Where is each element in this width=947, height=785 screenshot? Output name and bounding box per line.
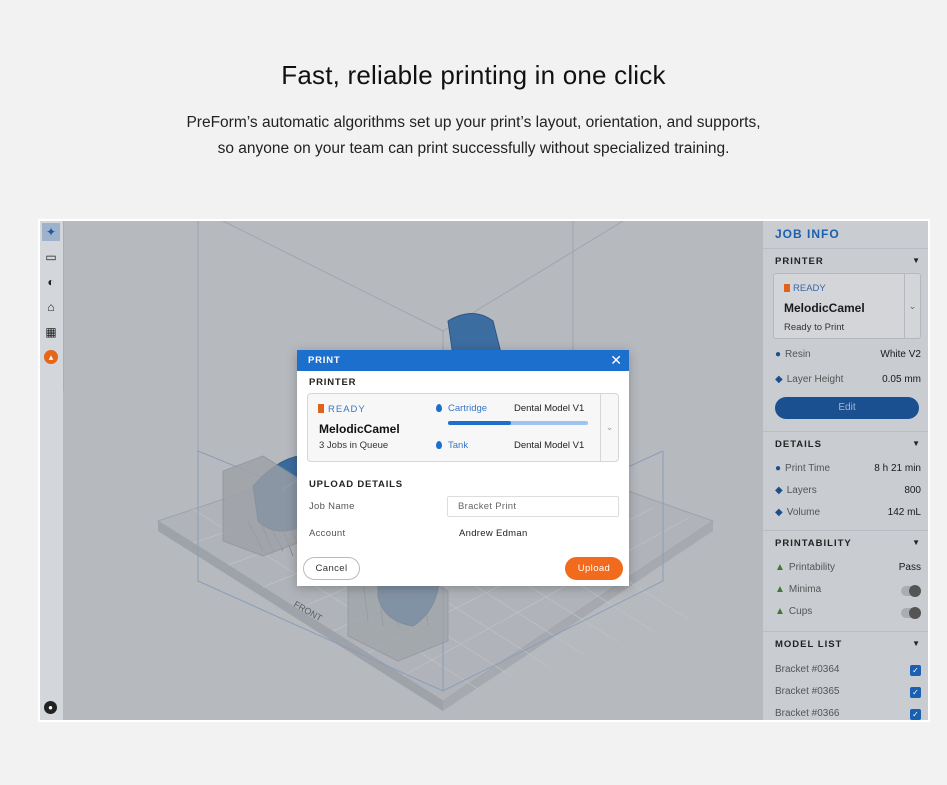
model-list-section-header[interactable]: MODEL LIST ▼ [763, 631, 928, 655]
caret-down-icon: ▼ [912, 256, 920, 265]
checkbox-checked-icon[interactable]: ✓ [910, 687, 921, 698]
dialog-header: PRINT ✕ [297, 350, 629, 371]
account-value: Andrew Edman [459, 528, 528, 539]
resin-row: ● Resin White V2 [775, 349, 921, 360]
dialog-title: PRINT [308, 355, 341, 366]
printer-queue: 3 Jobs in Queue [319, 440, 389, 451]
thumbs-up-icon: ▲ [775, 562, 785, 573]
printer-select-card[interactable]: READY MelodicCamel 3 Jobs in Queue Cartr… [307, 393, 619, 462]
printer-ready-text: Ready to Print [784, 322, 845, 333]
cartridge-label: Cartridge [436, 403, 487, 414]
chevron-down-icon[interactable]: ⌄ [904, 274, 920, 338]
minima-toggle[interactable] [901, 585, 921, 597]
drop-icon: ● [775, 349, 782, 360]
layers-icon: ◆ [775, 485, 783, 496]
model-list-item[interactable]: Bracket #0365 ✓ [775, 686, 921, 702]
chevron-down-icon[interactable]: ⌄ [600, 394, 618, 461]
cups-row: ▲ Cups [775, 606, 921, 622]
checkbox-checked-icon[interactable]: ✓ [910, 665, 921, 676]
printer-section-header[interactable]: PRINTER ▼ [763, 248, 928, 272]
printability-section-header[interactable]: PRINTABILITY ▼ [763, 530, 928, 554]
caret-down-icon: ▼ [912, 538, 920, 547]
cartridge-level-fill [448, 421, 511, 425]
layers-row: ◆ Layers 800 [775, 485, 921, 496]
printer-status: READY [318, 404, 366, 415]
layout-icon[interactable]: ▭ [42, 248, 60, 266]
job-name-input[interactable]: Bracket Print [447, 496, 619, 517]
supports-icon[interactable]: ⌂ [42, 298, 60, 316]
hero-title: Fast, reliable printing in one click [281, 60, 666, 90]
hero-subtitle-line1: PreForm’s automatic algorithms set up yo… [186, 114, 761, 131]
printer-badge-icon[interactable]: ▴ [42, 348, 60, 366]
magic-wand-icon[interactable]: ✦ [42, 223, 60, 241]
edit-button[interactable]: Edit [775, 397, 919, 419]
print-dialog: PRINT ✕ PRINTER READY MelodicCamel 3 Job… [297, 350, 629, 586]
drop-icon [436, 404, 442, 412]
volume-icon: ◆ [775, 507, 783, 518]
cancel-button[interactable]: Cancel [303, 557, 360, 580]
caret-down-icon: ▼ [912, 439, 920, 448]
cups-toggle[interactable] [901, 607, 921, 619]
hero-subtitle-line2: so anyone on your team can print success… [217, 140, 730, 157]
cartridge-material: Dental Model V1 [514, 403, 585, 414]
model-list-item[interactable]: Bracket #0364 ✓ [775, 664, 921, 680]
drop-icon [436, 441, 442, 449]
printer-card[interactable]: READY MelodicCamel Ready to Print ⌄ [773, 273, 921, 339]
account-icon[interactable]: ● [44, 701, 57, 714]
clock-icon: ● [775, 463, 782, 474]
print-time-row: ● Print Time 8 h 21 min [775, 463, 921, 474]
caret-down-icon: ▼ [912, 639, 920, 648]
job-info-panel: JOB INFO PRINTER ▼ READY MelodicCamel Re… [763, 221, 928, 720]
volume-row: ◆ Volume 142 mL [775, 507, 921, 518]
printer-badge-icon [784, 284, 790, 292]
tank-label: Tank [436, 440, 468, 451]
minima-row: ▲ Minima [775, 584, 921, 600]
printer-badge-icon [318, 404, 324, 413]
layers-icon: ◆ [775, 374, 783, 385]
model-list-item[interactable]: Bracket #0366 ✓ [775, 708, 921, 720]
printer-status: READY [784, 283, 826, 294]
hero-subtitle: PreForm’s automatic algorithms set up yo… [0, 110, 947, 162]
layer-height-row: ◆ Layer Height 0.05 mm [775, 374, 921, 385]
upload-button[interactable]: Upload [565, 557, 623, 580]
thumbs-up-icon: ▲ [775, 584, 785, 595]
job-name-label: Job Name [309, 501, 355, 512]
left-toolbar: ✦ ▭ ◐ ⌂ ▦ ▴ ● [40, 221, 63, 720]
printability-row: ▲ Printability Pass [775, 562, 921, 573]
cartridge-level-bar [448, 421, 588, 425]
orientation-icon[interactable]: ◐ [42, 273, 60, 291]
printer-name: MelodicCamel [319, 422, 400, 436]
printer-section-label: PRINTER [309, 377, 357, 388]
checkbox-checked-icon[interactable]: ✓ [910, 709, 921, 720]
thumbs-up-icon: ▲ [775, 606, 785, 617]
upload-details-label: UPLOAD DETAILS [309, 479, 403, 490]
close-icon[interactable]: ✕ [610, 352, 622, 369]
printer-name: MelodicCamel [784, 301, 865, 315]
job-info-title: JOB INFO [775, 227, 840, 241]
tank-material: Dental Model V1 [514, 440, 585, 451]
account-label: Account [309, 528, 346, 539]
grid-icon[interactable]: ▦ [42, 323, 60, 341]
details-section-header[interactable]: DETAILS ▼ [763, 431, 928, 455]
